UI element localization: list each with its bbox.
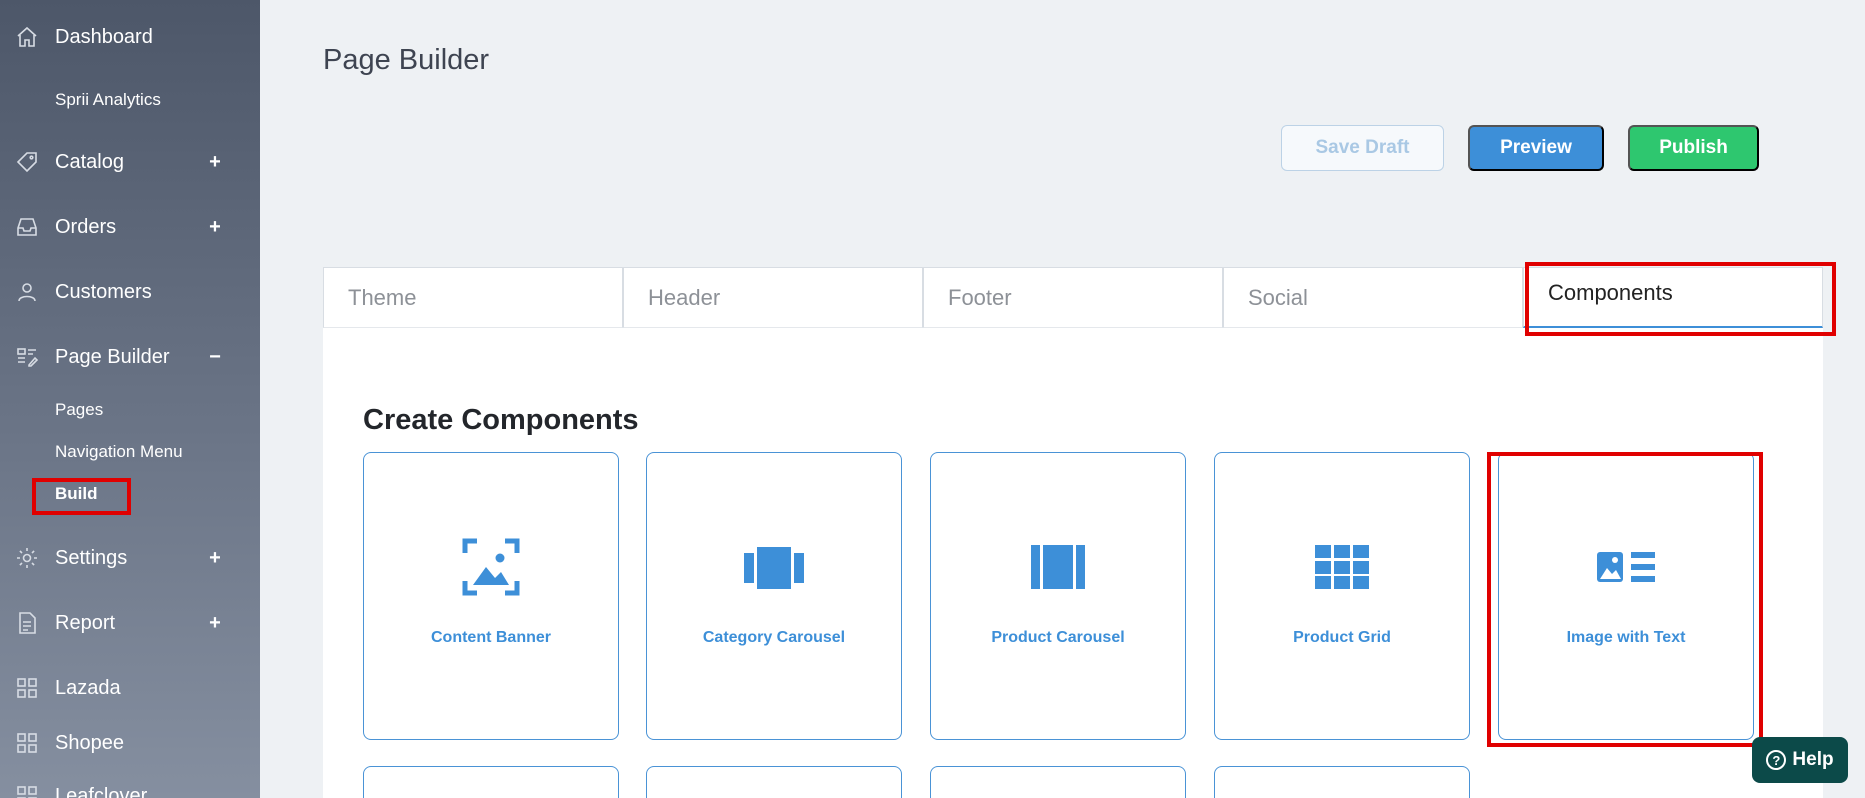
sidebar-subitem-pages[interactable]: Pages bbox=[55, 396, 103, 424]
expand-icon[interactable]: + bbox=[208, 216, 222, 239]
sidebar-item-label: Lazada bbox=[55, 676, 121, 699]
sidebar-subitem-sprii-analytics[interactable]: Sprii Analytics bbox=[55, 86, 161, 114]
sidebar-item-label: Page Builder bbox=[55, 345, 170, 368]
image-frame-icon bbox=[364, 535, 618, 599]
grid-icon bbox=[14, 783, 40, 798]
component-card[interactable] bbox=[930, 766, 1186, 798]
component-card-product-grid[interactable]: Product Grid bbox=[1214, 452, 1470, 740]
sidebar-item-page-builder[interactable]: Page Builder − bbox=[0, 337, 260, 377]
sidebar-item-label: Report bbox=[55, 611, 116, 634]
tab-header[interactable]: Header bbox=[623, 267, 923, 328]
tag-icon bbox=[14, 149, 40, 175]
sidebar-item-report[interactable]: Report + bbox=[0, 603, 260, 643]
inbox-icon bbox=[14, 214, 40, 240]
sidebar-item-settings[interactable]: Settings + bbox=[0, 538, 260, 578]
sidebar-item-label: Orders bbox=[55, 215, 117, 238]
save-draft-button[interactable]: Save Draft bbox=[1281, 125, 1444, 171]
component-label: Product Grid bbox=[1293, 629, 1391, 646]
grid-icon bbox=[1215, 535, 1469, 599]
sidebar-item-label: Leafclover bbox=[55, 784, 148, 798]
component-card-content-banner[interactable]: Content Banner bbox=[363, 452, 619, 740]
section-title: Create Components bbox=[363, 404, 639, 436]
carousel-icon bbox=[647, 535, 901, 599]
component-label: Content Banner bbox=[431, 629, 551, 646]
sidebar-item-label: Customers bbox=[55, 280, 152, 303]
component-card[interactable] bbox=[646, 766, 902, 798]
tab-social[interactable]: Social bbox=[1223, 267, 1523, 328]
component-card-category-carousel[interactable]: Category Carousel bbox=[646, 452, 902, 740]
expand-icon[interactable]: + bbox=[208, 151, 222, 174]
grid-icon bbox=[14, 730, 40, 756]
component-card[interactable] bbox=[363, 766, 619, 798]
highlight-box-build bbox=[32, 478, 131, 515]
sidebar-item-orders[interactable]: Orders + bbox=[0, 207, 260, 247]
collapse-icon[interactable]: − bbox=[208, 346, 222, 369]
sidebar-item-lazada[interactable]: Lazada bbox=[0, 668, 260, 708]
preview-button[interactable]: Preview bbox=[1468, 125, 1604, 171]
question-icon: ? bbox=[1766, 750, 1787, 770]
component-label: Category Carousel bbox=[702, 629, 846, 646]
help-button[interactable]: ? Help bbox=[1752, 737, 1848, 783]
user-icon bbox=[14, 279, 40, 305]
tab-theme[interactable]: Theme bbox=[323, 267, 623, 328]
highlight-box-components-tab bbox=[1525, 262, 1836, 336]
sidebar-item-leafclover[interactable]: Leafclover bbox=[0, 776, 260, 798]
document-icon bbox=[14, 610, 40, 636]
sidebar-item-shopee[interactable]: Shopee bbox=[0, 723, 260, 763]
sidebar-item-label: Settings bbox=[55, 546, 128, 569]
sidebar-item-label: Shopee bbox=[55, 731, 124, 754]
sidebar-item-label: Catalog bbox=[55, 150, 124, 173]
sidebar: Dashboard Sprii Analytics Catalog + Orde… bbox=[0, 0, 260, 798]
component-card[interactable] bbox=[1214, 766, 1470, 798]
sidebar-item-dashboard[interactable]: Dashboard bbox=[0, 17, 260, 57]
grid-icon bbox=[14, 675, 40, 701]
page-title: Page Builder bbox=[323, 44, 490, 76]
component-label: Product Carousel bbox=[991, 629, 1125, 646]
publish-button[interactable]: Publish bbox=[1628, 125, 1759, 171]
component-card-product-carousel[interactable]: Product Carousel bbox=[930, 452, 1186, 740]
expand-icon[interactable]: + bbox=[208, 612, 222, 635]
sidebar-item-customers[interactable]: Customers bbox=[0, 272, 260, 312]
home-icon bbox=[14, 24, 40, 50]
highlight-box-image-with-text bbox=[1487, 452, 1763, 747]
page-builder-icon bbox=[14, 344, 40, 370]
help-label: Help bbox=[1792, 749, 1834, 770]
expand-icon[interactable]: + bbox=[208, 547, 222, 570]
sidebar-subitem-navigation-menu[interactable]: Navigation Menu bbox=[55, 438, 183, 466]
columns-icon bbox=[931, 535, 1185, 599]
sidebar-item-label: Dashboard bbox=[55, 25, 153, 48]
sidebar-item-catalog[interactable]: Catalog + bbox=[0, 142, 260, 182]
gear-icon bbox=[14, 545, 40, 571]
tab-footer[interactable]: Footer bbox=[923, 267, 1223, 328]
